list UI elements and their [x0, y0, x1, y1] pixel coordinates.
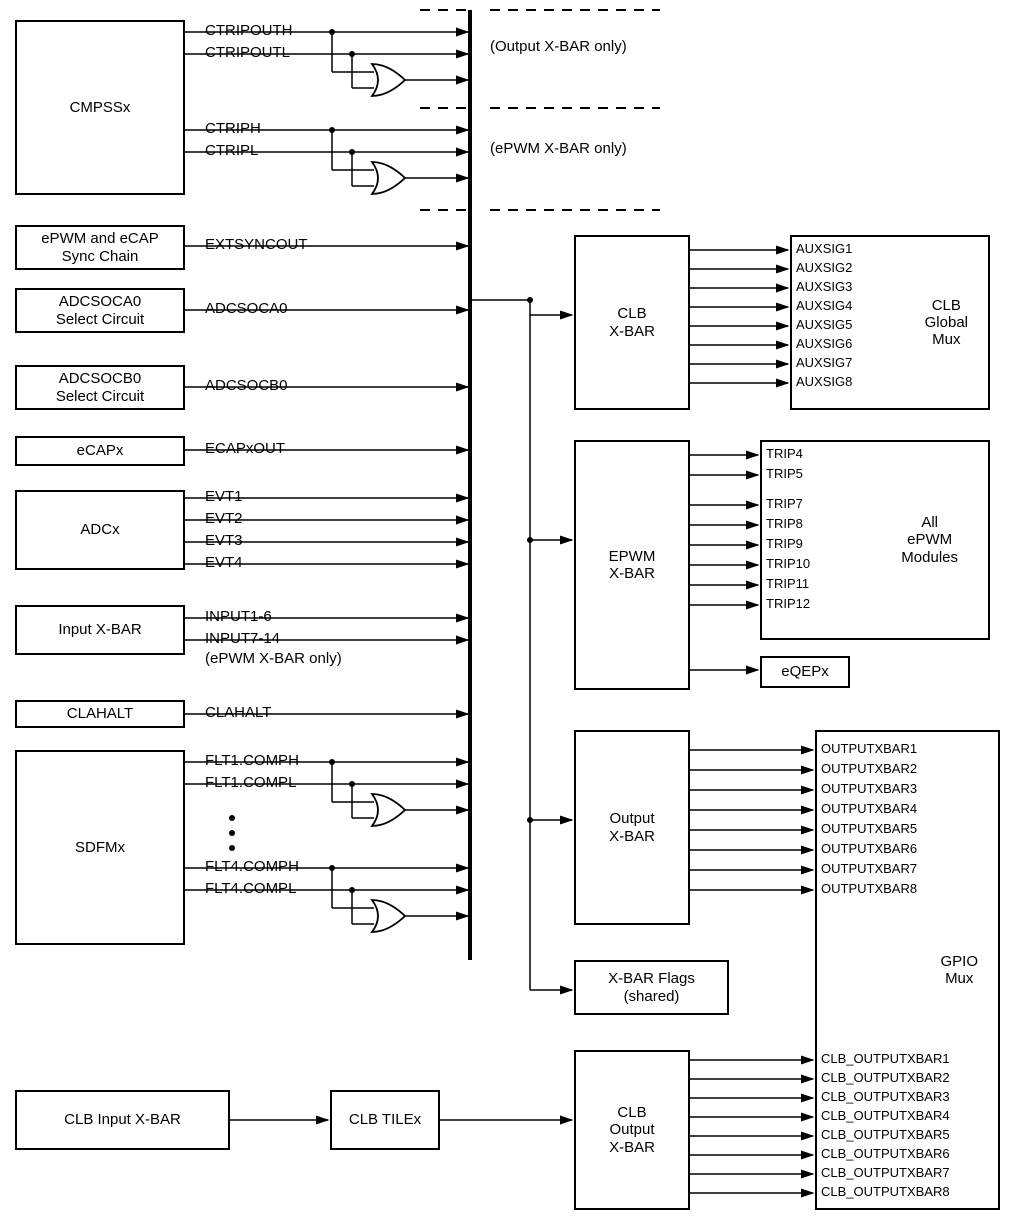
sig-flt1comph: FLT1.COMPH	[205, 752, 299, 769]
clb-output-xbar-block: CLB Output X-BAR	[574, 1050, 690, 1210]
clb-outputxbar-6-label: CLB_OUTPUTXBAR6	[821, 1146, 950, 1161]
adcsocb0-sel-label: ADCSOCB0 Select Circuit	[56, 370, 144, 405]
outputxbar-6-label: OUTPUTXBAR6	[821, 841, 917, 856]
clb-outputxbar-7-label: CLB_OUTPUTXBAR7	[821, 1165, 950, 1180]
clb-output-xbar-label: CLB Output X-BAR	[609, 1104, 655, 1156]
sig-adcsocb0: ADCSOCB0	[205, 377, 288, 394]
auxsig-3-label: AUXSIG3	[796, 279, 852, 294]
sig-input7-14: INPUT7-14	[205, 630, 280, 647]
sig-evt2: EVT2	[205, 510, 243, 527]
epwm-xbar-label: EPWM X-BAR	[609, 548, 656, 583]
cmpssx-label: CMPSSx	[70, 99, 131, 116]
clb-outputxbar-8-label: CLB_OUTPUTXBAR8	[821, 1184, 950, 1199]
clb-outputxbar-4-label: CLB_OUTPUTXBAR4	[821, 1108, 950, 1123]
outputxbar-3-label: OUTPUTXBAR3	[821, 781, 917, 796]
outputxbar-4-label: OUTPUTXBAR4	[821, 801, 917, 816]
sig-ctriph: CTRIPH	[205, 120, 261, 137]
clb-global-mux-label: CLB Global Mux	[925, 297, 968, 349]
clb-outputxbar-1-label: CLB_OUTPUTXBAR1	[821, 1051, 950, 1066]
outputxbar-8-label: OUTPUTXBAR8	[821, 881, 917, 896]
trip-TRIP5-label: TRIP5	[766, 466, 803, 481]
outputxbar-1-label: OUTPUTXBAR1	[821, 741, 917, 756]
trip-TRIP4-label: TRIP4	[766, 446, 803, 461]
clb-tilex-label: CLB TILEx	[349, 1111, 421, 1128]
clb-input-xbar-block: CLB Input X-BAR	[15, 1090, 230, 1150]
auxsig-2-label: AUXSIG2	[796, 260, 852, 275]
epwm-ecap-sync-label: ePWM and eCAP Sync Chain	[41, 230, 159, 265]
sig-clahalt: CLAHALT	[205, 704, 271, 721]
sig-flt4comph: FLT4.COMPH	[205, 858, 299, 875]
auxsig-5-label: AUXSIG5	[796, 317, 852, 332]
trip-TRIP7-label: TRIP7	[766, 496, 803, 511]
outputxbar-2-label: OUTPUTXBAR2	[821, 761, 917, 776]
auxsig-6-label: AUXSIG6	[796, 336, 852, 351]
clb-outputxbar-5-label: CLB_OUTPUTXBAR5	[821, 1127, 950, 1142]
clb-input-xbar-label: CLB Input X-BAR	[64, 1111, 181, 1128]
sig-evt3: EVT3	[205, 532, 243, 549]
sig-input1-6: INPUT1-6	[205, 608, 272, 625]
outputxbar-5-label: OUTPUTXBAR5	[821, 821, 917, 836]
adcsoca0-sel-block: ADCSOCA0 Select Circuit	[15, 288, 185, 333]
output-xbar-block: Output X-BAR	[574, 730, 690, 925]
adcsocb0-sel-block: ADCSOCB0 Select Circuit	[15, 365, 185, 410]
clahalt-block: CLAHALT	[15, 700, 185, 728]
sig-flt1compl: FLT1.COMPL	[205, 774, 296, 791]
auxsig-1-label: AUXSIG1	[796, 241, 852, 256]
note-output-xbar-only: (Output X-BAR only)	[490, 38, 627, 55]
ecapx-label: eCAPx	[77, 442, 124, 459]
epwm-xbar-block: EPWM X-BAR	[574, 440, 690, 690]
trip-TRIP11-label: TRIP11	[766, 576, 809, 591]
trip-TRIP8-label: TRIP8	[766, 516, 803, 531]
gpio-mux-label: GPIO Mux	[940, 953, 978, 988]
input-xbar-block: Input X-BAR	[15, 605, 185, 655]
clb-xbar-label: CLB X-BAR	[609, 305, 655, 340]
cmpssx-block: CMPSSx	[15, 20, 185, 195]
xbar-flags-label: X-BAR Flags (shared)	[608, 970, 695, 1005]
sdfmx-label: SDFMx	[75, 839, 125, 856]
eqepx-label: eQEPx	[781, 663, 829, 680]
epwm-ecap-sync-block: ePWM and eCAP Sync Chain	[15, 225, 185, 270]
sig-evt1: EVT1	[205, 488, 243, 505]
sig-flt4compl: FLT4.COMPL	[205, 880, 296, 897]
note-epwm-xbar-only: (ePWM X-BAR only)	[490, 140, 627, 157]
adcx-label: ADCx	[80, 521, 119, 538]
trip-TRIP9-label: TRIP9	[766, 536, 803, 551]
adcx-block: ADCx	[15, 490, 185, 570]
note-epwm-only-inputs: (ePWM X-BAR only)	[205, 650, 342, 667]
outputxbar-7-label: OUTPUTXBAR7	[821, 861, 917, 876]
all-epwm-label: All ePWM Modules	[901, 514, 958, 566]
clb-outputxbar-3-label: CLB_OUTPUTXBAR3	[821, 1089, 950, 1104]
trip-TRIP10-label: TRIP10	[766, 556, 810, 571]
sig-ctripouth: CTRIPOUTH	[205, 22, 293, 39]
sig-evt4: EVT4	[205, 554, 243, 571]
output-xbar-label: Output X-BAR	[609, 810, 655, 845]
auxsig-7-label: AUXSIG7	[796, 355, 852, 370]
sig-adcsoca0: ADCSOCA0	[205, 300, 288, 317]
clb-tilex-block: CLB TILEx	[330, 1090, 440, 1150]
xbar-flags-block: X-BAR Flags (shared)	[574, 960, 729, 1015]
eqepx-block: eQEPx	[760, 656, 850, 688]
trip-TRIP12-label: TRIP12	[766, 596, 810, 611]
auxsig-4-label: AUXSIG4	[796, 298, 852, 313]
sig-extsyncout: EXTSYNCOUT	[205, 236, 308, 253]
clb-xbar-block: CLB X-BAR	[574, 235, 690, 410]
sig-ctripoutl: CTRIPOUTL	[205, 44, 290, 61]
clahalt-block-label: CLAHALT	[67, 705, 133, 722]
auxsig-8-label: AUXSIG8	[796, 374, 852, 389]
clb-outputxbar-2-label: CLB_OUTPUTXBAR2	[821, 1070, 950, 1085]
adcsoca0-sel-label: ADCSOCA0 Select Circuit	[56, 293, 144, 328]
sdfmx-block: SDFMx	[15, 750, 185, 945]
input-xbar-label: Input X-BAR	[58, 621, 141, 638]
ecapx-block: eCAPx	[15, 436, 185, 466]
sig-ecapxout: ECAPxOUT	[205, 440, 285, 457]
sig-ctripl: CTRIPL	[205, 142, 258, 159]
